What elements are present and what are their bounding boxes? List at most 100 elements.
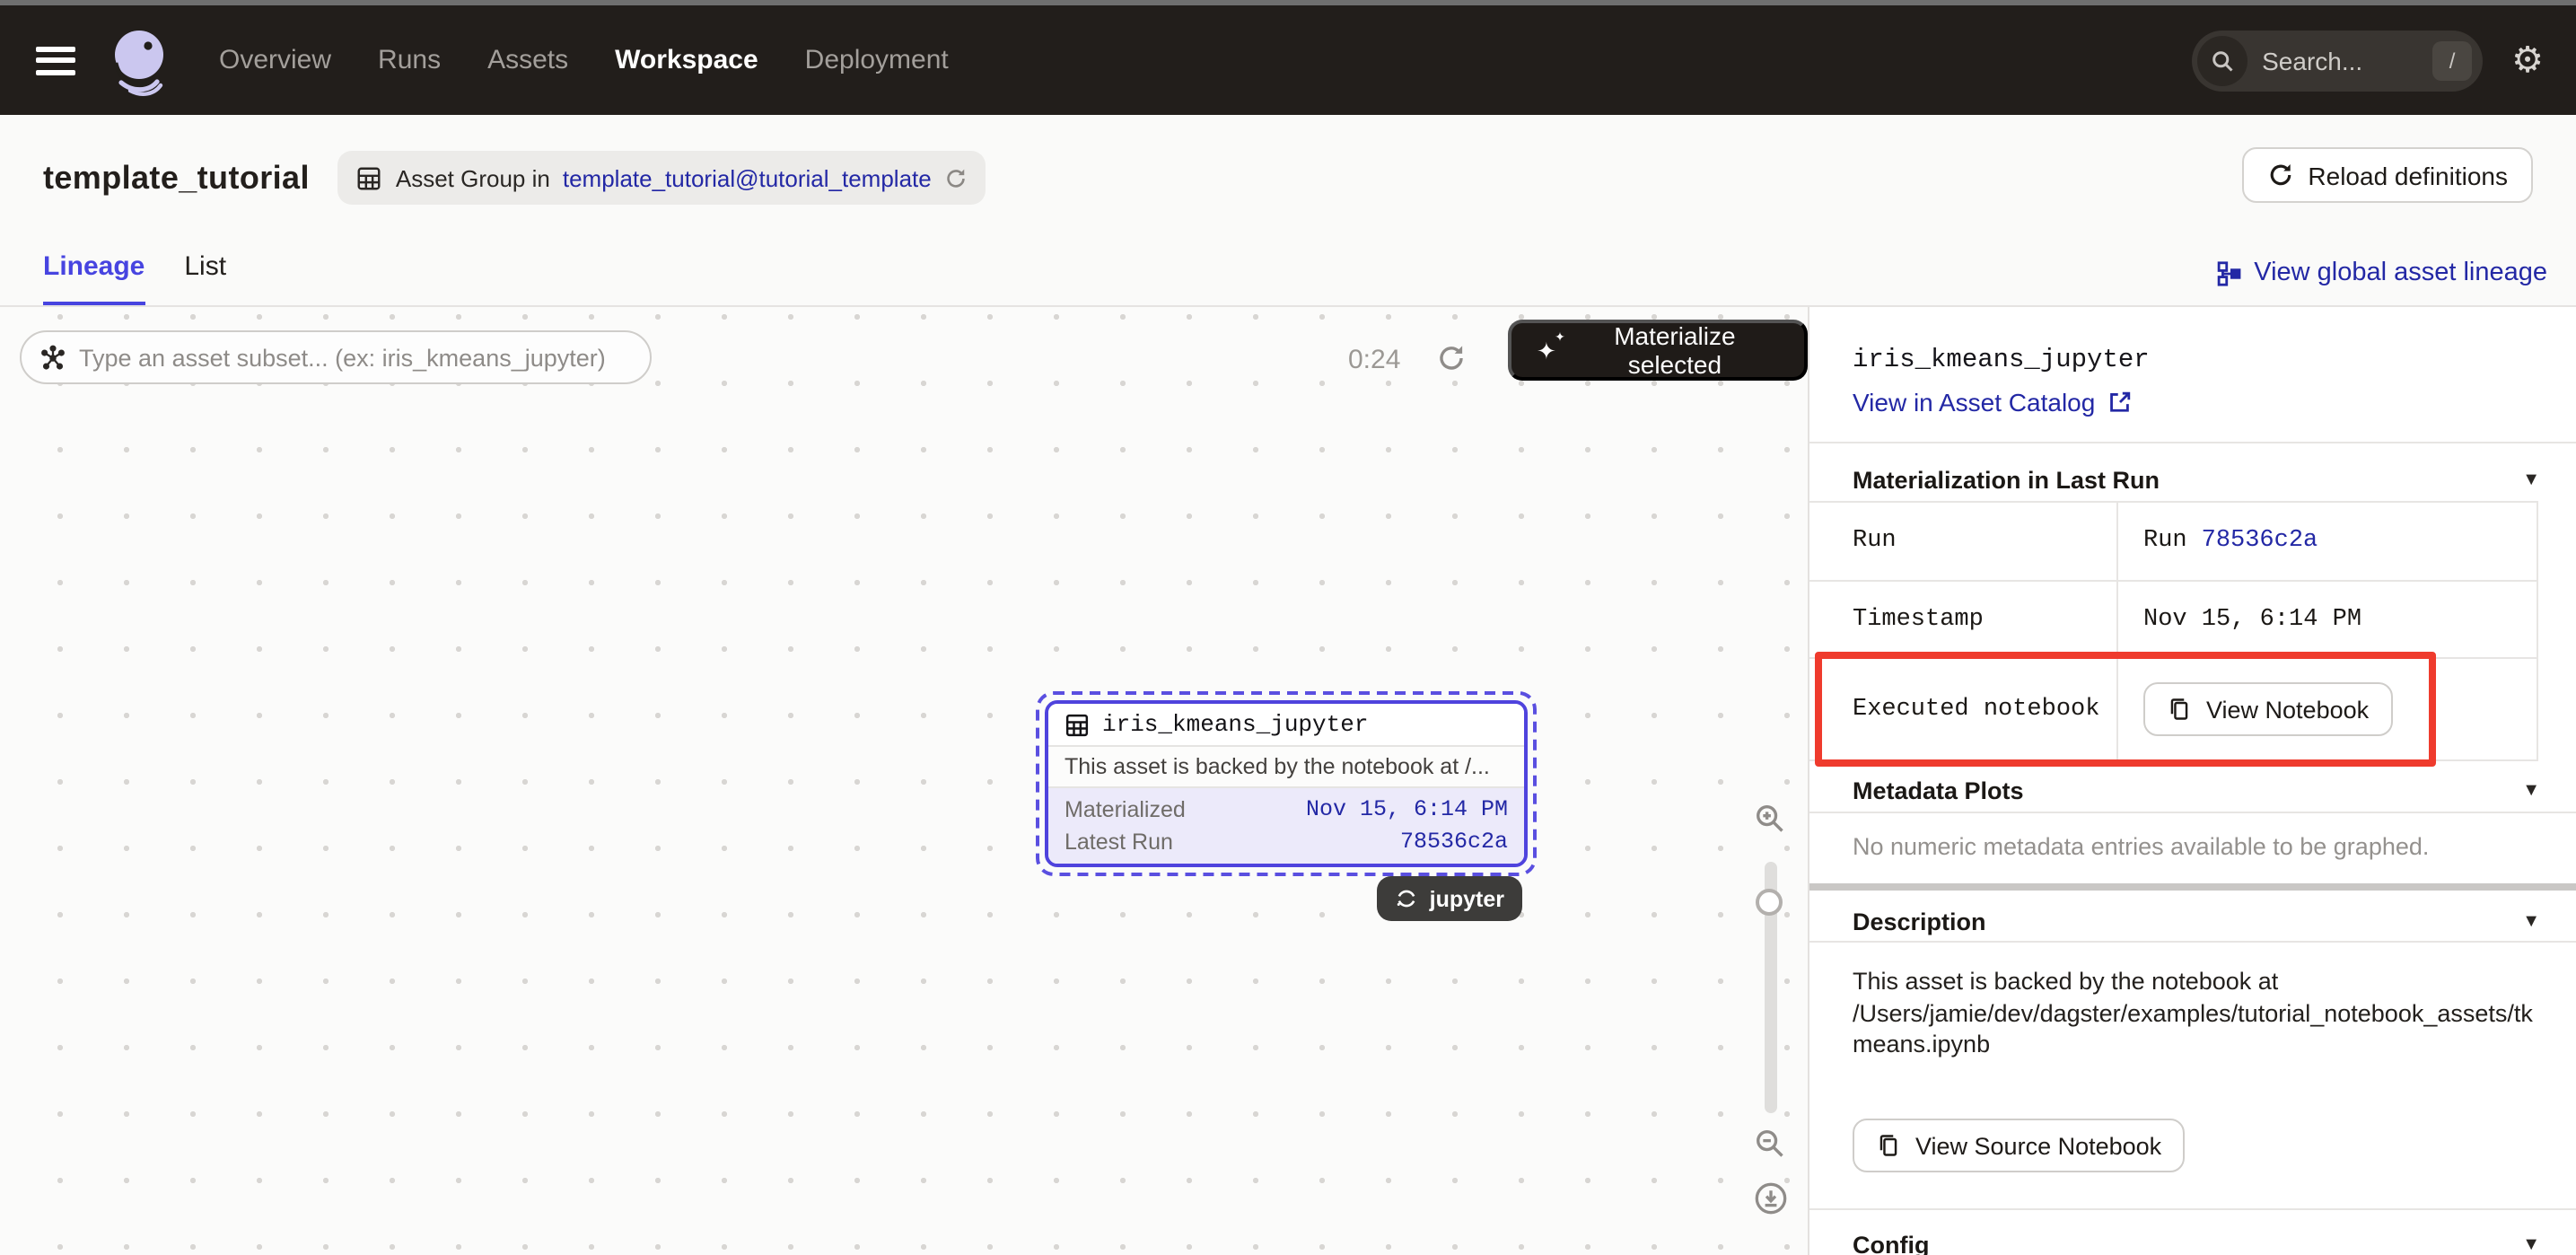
section-description[interactable]: Description ▼ [1853, 901, 2540, 941]
table-row: Timestamp Nov 15, 6:14 PM [1809, 582, 2537, 659]
refresh-timer: 0:24 [1348, 345, 1400, 375]
materialize-selected-button[interactable]: ✦✦ Materialize selected [1508, 320, 1808, 381]
notebook-icon [1876, 1133, 1901, 1158]
nav-item-deployment[interactable]: Deployment [805, 45, 949, 75]
row-label-executed-notebook: Executed notebook [1809, 659, 2118, 759]
asset-subset-filter [20, 330, 652, 384]
tab-bar: Lineage List [43, 251, 226, 305]
chevron-down-icon: ▼ [2522, 470, 2540, 489]
section-metadata-plots[interactable]: Metadata Plots ▼ [1853, 770, 2540, 810]
nav-item-assets[interactable]: Assets [487, 45, 568, 75]
search-shortcut-badge: / [2432, 40, 2472, 80]
section-header-label: Materialization in Last Run [1853, 466, 2160, 493]
node-description: This asset is backed by the notebook at … [1048, 747, 1524, 788]
gear-icon[interactable]: ⚙ [2511, 42, 2544, 78]
zoom-controls [1752, 803, 1788, 1216]
divider-thick [1809, 883, 2576, 891]
view-global-asset-lineage-link[interactable]: View global asset lineage [2214, 259, 2547, 287]
asset-node-iris-kmeans-jupyter[interactable]: iris_kmeans_jupyter This asset is backed… [1036, 691, 1537, 876]
asset-detail-panel: iris_kmeans_jupyter View in Asset Catalo… [1808, 307, 2576, 1255]
hamburger-menu-icon[interactable] [36, 46, 75, 75]
materialization-table: Run Run 78536c2a Timestamp Nov 15, 6:14 … [1809, 501, 2538, 761]
zoom-slider[interactable] [1764, 862, 1776, 1113]
asset-group-badge: Asset Group in template_tutorial@tutoria… [338, 151, 986, 205]
jupyter-icon [1396, 887, 1419, 910]
stat-label: Materialized [1065, 797, 1186, 822]
stat-value[interactable]: 78536c2a [1400, 829, 1508, 855]
stat-value: Nov 15, 6:14 PM [1306, 797, 1508, 822]
sparkle-icon: ✦✦ [1537, 338, 1556, 362]
kind-tag-label: jupyter [1430, 886, 1504, 911]
page-title: template_tutorial [43, 159, 310, 197]
notebook-icon [2167, 697, 2192, 722]
section-header-label: Description [1853, 908, 1986, 935]
view-in-asset-catalog-link[interactable]: View in Asset Catalog [1853, 388, 2133, 417]
run-id-link[interactable]: 78536c2a [2202, 528, 2318, 555]
nav-item-runs[interactable]: Runs [378, 45, 441, 75]
section-materialization-last-run[interactable]: Materialization in Last Run ▼ [1853, 460, 2540, 499]
section-header-label: Config [1853, 1231, 1930, 1255]
grid-icon [356, 164, 383, 191]
external-link-icon [2107, 390, 2133, 415]
refresh-icon [2266, 162, 2293, 189]
nav-item-workspace[interactable]: Workspace [615, 45, 758, 75]
view-global-asset-lineage-label: View global asset lineage [2254, 259, 2547, 287]
section-config[interactable]: Config ▼ [1853, 1224, 2540, 1255]
search-input[interactable]: Search... / [2192, 30, 2483, 91]
view-notebook-label: View Notebook [2206, 696, 2369, 723]
zoom-slider-handle[interactable] [1755, 889, 1782, 916]
zoom-in-icon[interactable] [1754, 803, 1786, 835]
page-header: template_tutorial Asset Group in templat… [0, 115, 2576, 307]
node-name: iris_kmeans_jupyter [1102, 711, 1368, 738]
stat-label: Latest Run [1065, 829, 1173, 855]
timestamp-value: Nov 15, 6:14 PM [2118, 582, 2537, 657]
badge-text: Asset Group in [396, 164, 550, 191]
metadata-plots-empty-text: No numeric metadata entries available to… [1853, 833, 2429, 860]
view-in-asset-catalog-label: View in Asset Catalog [1853, 388, 2095, 417]
reload-definitions-label: Reload definitions [2308, 161, 2508, 189]
dagster-logo-icon[interactable] [101, 21, 180, 100]
chevron-down-icon: ▼ [2522, 780, 2540, 800]
download-icon[interactable] [1753, 1181, 1787, 1216]
asset-graph-icon [39, 344, 66, 371]
section-header-label: Metadata Plots [1853, 777, 2024, 803]
tab-lineage[interactable]: Lineage [43, 251, 145, 305]
panel-asset-name: iris_kmeans_jupyter [1853, 347, 2150, 375]
refresh-icon[interactable] [1436, 343, 1467, 373]
nav-item-overview[interactable]: Overview [219, 45, 331, 75]
dagster-app: Overview Runs Assets Workspace Deploymen… [0, 0, 2576, 1255]
badge-repo-link[interactable]: template_tutorial@tutorial_template [563, 164, 932, 191]
table-row: Run Run 78536c2a [1809, 503, 2537, 582]
description-text: This asset is backed by the notebook at … [1853, 966, 2540, 1060]
chevron-down-icon: ▼ [2522, 911, 2540, 931]
search-icon [2197, 35, 2247, 85]
table-row: Executed notebook View Notebook [1809, 659, 2537, 761]
kind-tag-jupyter[interactable]: jupyter [1378, 876, 1522, 921]
divider [1809, 1208, 2576, 1210]
view-notebook-button[interactable]: View Notebook [2143, 682, 2392, 736]
refresh-icon[interactable] [944, 166, 968, 189]
materialize-selected-label: Materialize selected [1571, 321, 1779, 379]
asset-graph-canvas[interactable]: 0:24 ✦✦ Materialize selected iris_ [0, 307, 1808, 1255]
table-icon [1065, 712, 1090, 737]
row-label-run: Run [1809, 503, 2118, 580]
view-source-notebook-button[interactable]: View Source Notebook [1853, 1119, 2185, 1172]
divider [1809, 941, 2576, 943]
nav-links: Overview Runs Assets Workspace Deploymen… [219, 45, 949, 75]
divider [1809, 812, 2576, 813]
row-label-timestamp: Timestamp [1809, 582, 2118, 657]
tab-list[interactable]: List [184, 251, 226, 305]
run-value-prefix: Run [2143, 528, 2187, 555]
search-placeholder: Search... [2262, 46, 2432, 75]
node-stat-row: Latest Run 78536c2a [1048, 826, 1524, 858]
zoom-out-icon[interactable] [1754, 1128, 1786, 1160]
asset-subset-input[interactable] [79, 344, 632, 371]
lineage-icon [2214, 259, 2241, 286]
node-stats: Materialized Nov 15, 6:14 PM Latest Run … [1048, 788, 1524, 864]
node-stat-row: Materialized Nov 15, 6:14 PM [1048, 794, 1524, 826]
reload-definitions-button[interactable]: Reload definitions [2241, 147, 2533, 203]
top-nav: Overview Runs Assets Workspace Deploymen… [0, 5, 2576, 115]
divider [1809, 442, 2576, 443]
view-source-notebook-label: View Source Notebook [1915, 1132, 2161, 1159]
chevron-down-icon: ▼ [2522, 1234, 2540, 1254]
